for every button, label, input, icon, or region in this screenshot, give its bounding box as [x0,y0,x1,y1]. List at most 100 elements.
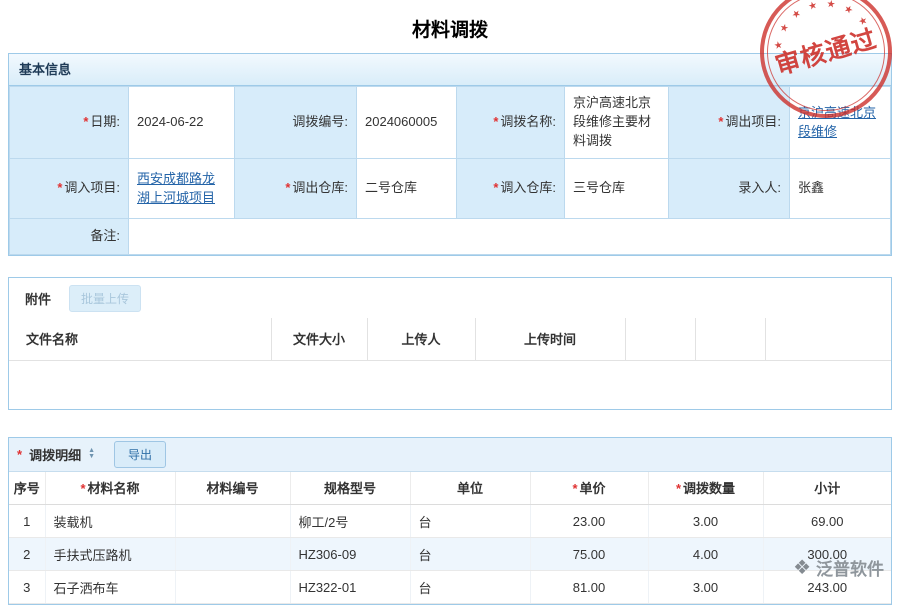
batch-upload-button[interactable]: 批量上传 [69,285,141,312]
column-header-subtotal: 小计 [763,472,891,505]
table-row[interactable]: 1 装载机 柳工/2号 台 23.00 3.00 69.00 [9,505,891,538]
attachments-header-row: 文件名称 文件大小 上传人 上传时间 [9,318,891,360]
attachments-table: 文件名称 文件大小 上传人 上传时间 [9,318,891,361]
field-label-remark: 备注: [10,219,129,255]
cell-spec: HZ322-01 [290,571,410,604]
vendor-logo-icon: ❖ [793,555,811,580]
field-label-text: 调入项目: [64,180,120,195]
field-label-transfer-name: *调拨名称: [457,87,565,159]
header-text: 单位 [457,481,483,496]
transfer-name-field[interactable]: 京沪高速北京段维修主要材料调拨 [565,87,669,159]
required-marker: * [493,114,498,129]
required-marker: * [676,481,681,496]
field-label-text: 录入人: [738,180,781,195]
cell-qty: 3.00 [648,571,763,604]
attachments-empty-body [9,361,891,409]
required-marker: * [57,180,62,195]
column-header-material-code: 材料编号 [175,472,290,505]
transfer-no-field: 2024060005 [357,87,457,159]
cell-material-code [175,538,290,571]
cell-price: 75.00 [530,538,648,571]
column-header-empty [765,318,891,360]
basic-info-row: 备注: [10,219,891,255]
in-project-field: 西安成都路龙湖上河城项目 [129,159,235,219]
header-text: 材料名称 [88,481,140,496]
field-label-date: *日期: [10,87,129,159]
cell-qty: 3.00 [648,505,763,538]
cell-seq: 1 [9,505,45,538]
field-label-text: 日期: [90,114,120,129]
column-header-empty [695,318,765,360]
out-project-link[interactable]: 京沪高速北京段维修 [798,105,876,139]
column-header-file-size: 文件大小 [271,318,367,360]
basic-info-panel: 基本信息 *日期: 2024-06-22 调拨编号: 2024060005 *调… [8,53,892,256]
remark-field[interactable] [129,219,891,255]
column-header-empty [625,318,695,360]
field-label-out-project: *调出项目: [669,87,790,159]
field-label-recorder: 录入人: [669,159,790,219]
field-label-in-warehouse: *调入仓库: [457,159,565,219]
required-marker: * [17,447,22,462]
basic-info-section-title: 基本信息 [9,54,891,86]
transfer-no-value: 2024060005 [365,114,437,129]
field-label-out-warehouse: *调出仓库: [235,159,357,219]
required-marker: * [718,114,723,129]
cell-seq: 2 [9,538,45,571]
cell-material-name: 装载机 [45,505,175,538]
field-label-text: 调拨编号: [292,114,348,129]
in-warehouse-value: 三号仓库 [573,180,625,195]
out-warehouse-value: 二号仓库 [365,180,417,195]
in-warehouse-field[interactable]: 三号仓库 [565,159,669,219]
attachments-panel: 附件 批量上传 文件名称 文件大小 上传人 上传时间 [8,277,892,410]
column-header-spec: 规格型号 [290,472,410,505]
header-text: 小计 [814,481,840,496]
basic-info-row: *调入项目: 西安成都路龙湖上河城项目 *调出仓库: 二号仓库 *调入仓库: 三… [10,159,891,219]
required-marker: * [83,114,88,129]
basic-info-row: *日期: 2024-06-22 调拨编号: 2024060005 *调拨名称: … [10,87,891,159]
cell-material-code [175,571,290,604]
required-marker: * [572,481,577,496]
column-header-unit: 单位 [410,472,530,505]
column-header-material-name: *材料名称 [45,472,175,505]
cell-unit: 台 [410,571,530,604]
column-header-qty: *调拨数量 [648,472,763,505]
required-marker: * [493,180,498,195]
field-label-text: 调出仓库: [292,180,348,195]
out-warehouse-field[interactable]: 二号仓库 [357,159,457,219]
field-label-text: 调出项目: [725,114,781,129]
recorder-value: 张鑫 [798,180,824,195]
cell-price: 81.00 [530,571,648,604]
vendor-watermark: ❖ 泛普软件 [793,555,884,580]
export-button[interactable]: 导出 [114,441,166,468]
transfer-name-value: 京沪高速北京段维修主要材料调拨 [573,95,651,148]
details-section-title: 调拨明细 [29,445,81,464]
required-marker: * [285,180,290,195]
cell-material-code [175,505,290,538]
column-header-price: *单价 [530,472,648,505]
field-label-text: 调拨名称: [500,114,556,129]
header-text: 材料编号 [206,481,258,496]
table-row[interactable]: 3 石子洒布车 HZ322-01 台 81.00 3.00 243.00 [9,571,891,604]
column-header-upload-time: 上传时间 [475,318,625,360]
header-text: 单价 [580,481,606,496]
cell-unit: 台 [410,538,530,571]
sort-icon[interactable]: ▲ ▼ [88,448,95,460]
vendor-name: 泛普软件 [816,555,884,580]
recorder-field: 张鑫 [790,159,891,219]
cell-spec: HZ306-09 [290,538,410,571]
in-project-link[interactable]: 西安成都路龙湖上河城项目 [137,171,215,205]
attachments-header: 附件 批量上传 [9,278,891,318]
basic-info-table: *日期: 2024-06-22 调拨编号: 2024060005 *调拨名称: … [9,86,891,255]
table-row[interactable]: 2 手扶式压路机 HZ306-09 台 75.00 4.00 300.00 [9,538,891,571]
column-header-uploader: 上传人 [367,318,475,360]
details-table: 序号 *材料名称 材料编号 规格型号 单位 *单价 *调拨数量 小计 1 装载机… [9,472,891,605]
cell-unit: 台 [410,505,530,538]
date-value: 2024-06-22 [137,114,204,129]
cell-qty: 4.00 [648,538,763,571]
details-panel: * 调拨明细 ▲ ▼ 导出 序号 *材料名称 材料编号 规格型号 单位 *单价 … [8,437,892,605]
cell-price: 23.00 [530,505,648,538]
date-field[interactable]: 2024-06-22 [129,87,235,159]
column-header-file-name: 文件名称 [9,318,271,360]
out-project-field: 京沪高速北京段维修 [790,87,891,159]
column-header-seq: 序号 [9,472,45,505]
